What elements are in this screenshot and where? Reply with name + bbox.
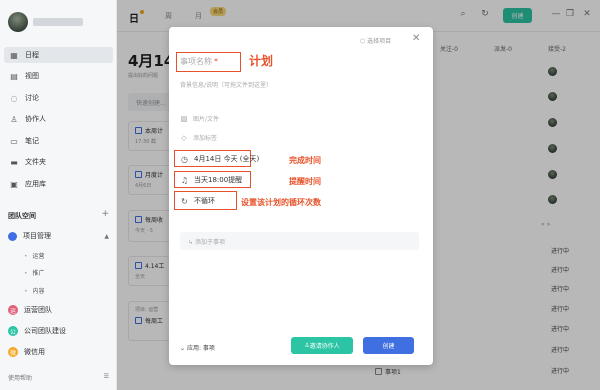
add-tag-button[interactable]: ◇ 添加标签 [180, 133, 218, 143]
profile[interactable] [8, 11, 113, 33]
folder-icon: ▬ [10, 157, 18, 167]
chevron-down-icon: ⌄ [180, 345, 187, 352]
team-space-header: 团队空间 + [8, 210, 109, 221]
view-icon: ▤ [10, 71, 18, 81]
profile-name-redacted [33, 18, 83, 26]
team-badge: 公 [8, 326, 18, 336]
person-icon: ♙ [10, 114, 18, 124]
sidebar-item-label: 笔记 [25, 137, 39, 145]
team-item[interactable]: 微 微信用 [8, 347, 45, 357]
required-mark: * [214, 57, 218, 66]
team-badge: 微 [8, 347, 18, 357]
sidebar-item-folder[interactable]: ▬ 文件夹 [4, 154, 113, 170]
sub-item[interactable]: 运营 [24, 251, 45, 260]
cube-icon: ⬡ [360, 38, 366, 45]
sidebar-item-discussion[interactable]: ◌ 讨论 [4, 90, 113, 106]
add-icon[interactable]: + [101, 210, 109, 221]
sidebar-item-label: 文件夹 [25, 158, 46, 166]
app-selector[interactable]: ⌄ 应用: 事项 [180, 343, 215, 352]
sidebar-item-label: 应用库 [25, 180, 46, 188]
create-task-dialog: ⬡ 选择项目 ✕ 事项名称 * 背景信息/说明（可拖文件到这里） ▨ 图片/文件 … [169, 27, 433, 365]
add-subtask-input[interactable]: ↳ 添加子事项 [180, 232, 419, 250]
team-space-title: 团队空间 [8, 212, 36, 220]
team-label: 公司团队建设 [24, 327, 66, 335]
sidebar-item-notes[interactable]: ▭ 笔记 [4, 133, 113, 149]
annotation-finish-time: 完成时间 [289, 156, 321, 165]
sidebar-item-apps[interactable]: ▣ 应用库 [4, 176, 113, 192]
reminder-picker[interactable]: ♫ 当天18:00提醒 [180, 175, 242, 185]
create-button[interactable]: 创建 [363, 337, 414, 354]
sidebar-item-schedule[interactable]: ▦ 日程 [4, 47, 113, 63]
add-subtask-label: 添加子事项 [194, 239, 225, 246]
help-bar: 使用帮助 ☰ [8, 373, 109, 382]
sidebar-item-collaborators[interactable]: ♙ 协作人 [4, 111, 113, 127]
calendar-icon: ▦ [10, 50, 18, 60]
sidebar-item-label: 协作人 [25, 115, 46, 123]
sidebar-item-view[interactable]: ▤ 视图 [4, 68, 113, 84]
project-dot-icon [8, 231, 17, 241]
menu-icon[interactable]: ☰ [104, 373, 109, 382]
bell-icon: ♫ [180, 175, 189, 185]
team-item[interactable]: 运 运营团队 [8, 305, 52, 315]
project-mgmt-label: 项目管理 [23, 232, 51, 240]
repeat-value: 不循环 [194, 197, 215, 205]
description-input[interactable]: 背景信息/说明（可拖文件到这里） [180, 80, 272, 89]
repeat-picker[interactable]: ↻ 不循环 [180, 196, 215, 206]
reminder-value: 当天18:00提醒 [194, 176, 243, 184]
project-mgmt-group[interactable]: 项目管理 ▲ [8, 231, 109, 241]
task-name-input[interactable]: 事项名称 * [180, 56, 218, 67]
team-item[interactable]: 公 公司团队建设 [8, 326, 66, 336]
date-picker[interactable]: ◷ 4月14日 今天 (全天) [180, 154, 259, 164]
team-label: 微信用 [24, 348, 45, 356]
note-icon: ▭ [10, 136, 18, 146]
apps-icon: ▣ [10, 179, 18, 189]
team-label: 运营团队 [24, 306, 52, 314]
subtask-icon: ↳ [188, 239, 195, 246]
sidebar-item-label: 日程 [25, 51, 39, 59]
sidebar-item-label: 讨论 [25, 94, 39, 102]
image-icon: ▨ [180, 114, 188, 123]
sub-item[interactable]: 推广 [24, 268, 45, 277]
date-value: 4月14日 今天 (全天) [194, 155, 260, 163]
team-badge: 运 [8, 305, 18, 315]
sidebar: ▦ 日程 ▤ 视图 ◌ 讨论 ♙ 协作人 ▭ 笔记 ▬ 文件夹 ▣ 应用库 团队… [0, 0, 117, 390]
invite-collaborator-button[interactable]: ♙ 邀请协作人 [291, 337, 353, 354]
annotation-plan: 计划 [249, 54, 274, 68]
repeat-icon: ↻ [181, 196, 188, 206]
app-selector-label: 应用: 事项 [186, 345, 215, 352]
sub-item[interactable]: 内容 [24, 286, 45, 295]
add-image-label: 图片/文件 [193, 116, 220, 123]
help-link[interactable]: 使用帮助 [8, 373, 32, 382]
task-name-placeholder: 事项名称 [180, 57, 212, 66]
invite-label: 邀请协作人 [309, 343, 340, 350]
chat-icon: ◌ [10, 93, 18, 103]
avatar[interactable] [8, 12, 28, 32]
sidebar-item-label: 视图 [25, 72, 39, 80]
caret-up-icon[interactable]: ▲ [104, 233, 109, 240]
annotation-repeat-desc: 设置该计划的循环次数 [241, 198, 321, 207]
select-project-label: 选择项目 [367, 38, 392, 45]
close-icon[interactable]: ✕ [412, 33, 420, 44]
clock-icon: ◷ [181, 154, 188, 164]
select-project[interactable]: ⬡ 选择项目 [360, 36, 391, 45]
add-tag-label: 添加标签 [193, 135, 218, 142]
annotation-remind-time: 提醒时间 [289, 177, 321, 186]
add-image-button[interactable]: ▨ 图片/文件 [180, 114, 220, 124]
tag-icon: ◇ [181, 133, 187, 142]
